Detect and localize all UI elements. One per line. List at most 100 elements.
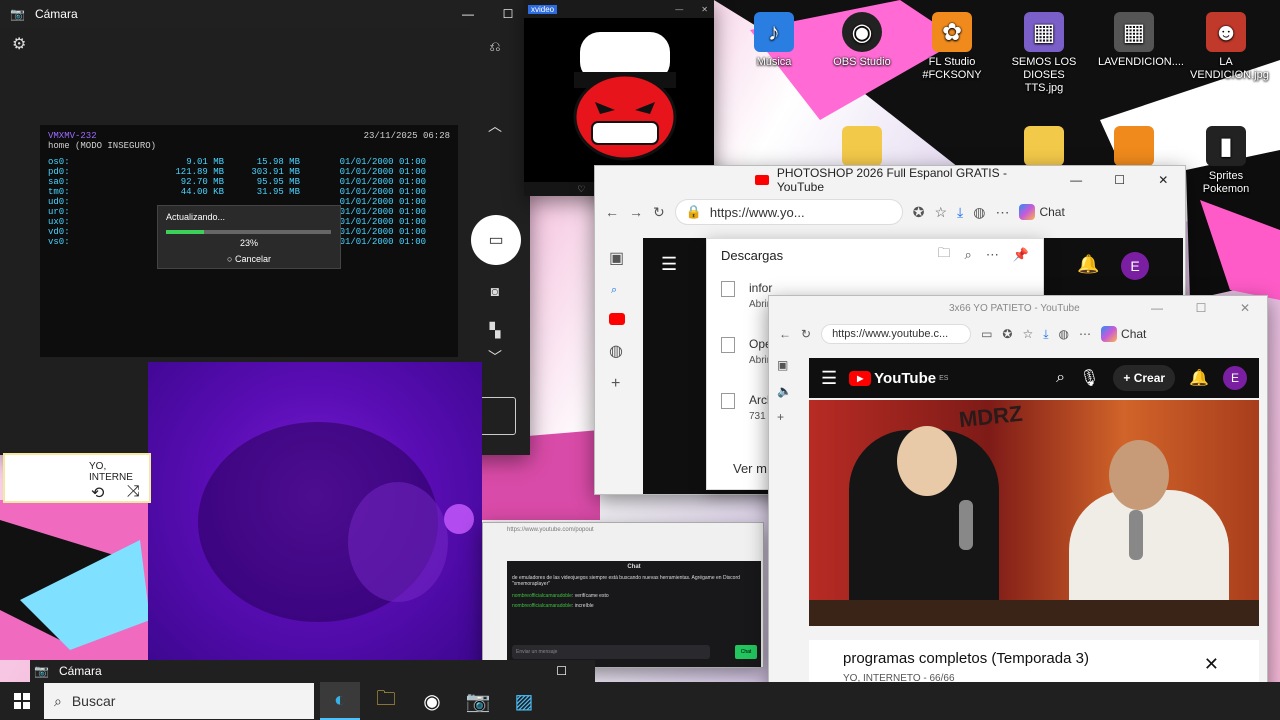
taskbar-camera[interactable]: 📷 bbox=[458, 682, 498, 720]
skull-cap-logo bbox=[573, 32, 677, 161]
close-button[interactable]: ✕ bbox=[701, 5, 708, 14]
minimize-button[interactable]: — bbox=[1054, 166, 1098, 194]
chat-text: verifícame esto bbox=[574, 593, 609, 599]
minimize-button[interactable]: — bbox=[446, 0, 490, 28]
profile-icon[interactable]: ◍ bbox=[973, 204, 985, 221]
psp-partition-name: pd0: bbox=[48, 167, 70, 177]
back-icon[interactable]: ← bbox=[779, 327, 791, 341]
desktop-fl-icon-2[interactable] bbox=[1098, 126, 1170, 170]
download-icon[interactable]: ⤓ bbox=[1043, 327, 1048, 342]
forward-icon[interactable]: → bbox=[629, 204, 643, 220]
profile-icon[interactable]: ◍ bbox=[1059, 327, 1069, 341]
taskbar-obs[interactable]: ◉ bbox=[412, 682, 452, 720]
chat-send-button[interactable]: Chat bbox=[735, 645, 757, 659]
table bbox=[809, 600, 1259, 626]
tabs-icon[interactable]: ▣ bbox=[777, 358, 792, 372]
see-more-link[interactable]: Ver m bbox=[733, 461, 767, 476]
psp-partition-row: pd0: 121.89 MB 303.91 MB 01/01/2000 01:00 bbox=[48, 167, 450, 177]
maximize-button[interactable]: ☐ bbox=[1179, 296, 1223, 320]
avatar[interactable]: E bbox=[1223, 366, 1247, 390]
heart-icon[interactable]: ♡ bbox=[577, 184, 585, 195]
refresh-icon[interactable]: ↻ bbox=[801, 327, 811, 341]
add-icon[interactable]: + bbox=[777, 410, 792, 424]
search-icon[interactable]: ⌕ bbox=[611, 284, 641, 297]
desktop-icon-obs[interactable]: ◉ OBS Studio bbox=[826, 12, 898, 69]
settings-gear-icon[interactable]: ⚙ bbox=[12, 34, 26, 54]
desktop-folder-1[interactable] bbox=[826, 126, 898, 170]
desktop-icon-flstudio[interactable]: ✿ FL Studio #FCKSONY bbox=[916, 12, 988, 82]
start-button[interactable] bbox=[0, 682, 44, 720]
video-record-button[interactable]: ▭ bbox=[471, 215, 521, 265]
update-dialog: Actualizando... 23% ○ Cancelar bbox=[157, 205, 341, 269]
microphone-icon[interactable]: 🎙 bbox=[1079, 368, 1099, 388]
address-bar[interactable]: 🔒 https://www.yo... bbox=[674, 199, 903, 225]
youtube-logo[interactable]: ▶ YouTube ES bbox=[849, 370, 948, 387]
close-button[interactable]: ✕ bbox=[1141, 166, 1185, 194]
back-icon[interactable]: ← bbox=[605, 204, 619, 220]
gallery-thumbnail[interactable] bbox=[480, 397, 516, 435]
avatar[interactable]: E bbox=[1121, 252, 1149, 280]
desktop-icon-semos[interactable]: ▦ SEMOS LOS DIOSES TTS.jpg bbox=[1008, 12, 1080, 95]
copilot-chat-button[interactable]: Chat bbox=[1019, 204, 1065, 220]
more-icon[interactable]: ⋯ bbox=[995, 204, 1009, 221]
extensions-icon[interactable]: ✪ bbox=[913, 204, 925, 221]
maximize-button[interactable]: ☐ bbox=[556, 664, 567, 678]
video-player[interactable]: MDRZ bbox=[809, 400, 1259, 626]
search-icon[interactable]: ⌕ bbox=[1056, 369, 1065, 387]
refresh-icon[interactable]: ↻ bbox=[653, 204, 665, 221]
minimize-button[interactable]: — bbox=[1135, 296, 1179, 320]
youtube-play-icon: ▶ bbox=[849, 370, 872, 386]
close-button[interactable]: ✕ bbox=[1223, 296, 1267, 320]
photo-mode-icon[interactable]: ◙ bbox=[480, 283, 510, 299]
favorites-icon[interactable]: ☆ bbox=[934, 204, 947, 221]
camera-feed-overlay bbox=[148, 362, 482, 662]
hamburger-icon[interactable]: ☰ bbox=[821, 368, 837, 389]
update-cancel-button[interactable]: ○ Cancelar bbox=[166, 254, 332, 264]
more-icon[interactable]: ⋯ bbox=[1079, 327, 1091, 341]
desktop-folder-2[interactable] bbox=[1008, 126, 1080, 170]
desktop-icon-sprites[interactable]: ▮ Sprites Pokemon bbox=[1190, 126, 1262, 196]
search-icon[interactable]: ⌕ bbox=[965, 247, 972, 263]
qr-mode-icon[interactable]: ▚ bbox=[480, 322, 510, 339]
playlist-close-icon[interactable]: ✕ bbox=[1204, 654, 1219, 675]
hamburger-icon[interactable]: ☰ bbox=[661, 254, 677, 275]
desktop-icon-lavendicion[interactable]: ▦ LAVENDICION.... bbox=[1098, 12, 1184, 69]
desktop-icon-lavendicion-jpg[interactable]: ☻ LA VENDICION.jpg bbox=[1190, 12, 1269, 82]
more-icon[interactable]: ⋯ bbox=[986, 247, 999, 263]
copilot-chat-button[interactable]: Chat bbox=[1101, 326, 1146, 342]
globe-icon[interactable]: ◍ bbox=[609, 341, 641, 361]
chevron-up-icon[interactable]: ︿ bbox=[480, 116, 510, 136]
address-bar[interactable]: https://www.youtube.c... bbox=[821, 324, 972, 344]
maximize-button[interactable]: ☐ bbox=[1098, 166, 1142, 194]
chat-input[interactable]: Enviar un mensaje bbox=[512, 645, 710, 659]
split-icon[interactable]: ▭ bbox=[981, 327, 992, 341]
pin-icon[interactable]: 📌 bbox=[1013, 247, 1029, 263]
extensions-icon[interactable]: ✪ bbox=[1002, 327, 1012, 341]
desktop-icon-musica[interactable]: ♪ Música bbox=[738, 12, 810, 69]
favorites-icon[interactable]: ☆ bbox=[1022, 327, 1033, 341]
chevron-down-icon[interactable]: ﹀ bbox=[480, 347, 510, 367]
camera-switch-icon[interactable]: ⎌ bbox=[480, 38, 510, 55]
repeat-icon[interactable]: ⟲ bbox=[91, 483, 104, 503]
speaker-icon[interactable]: 🔈 bbox=[777, 384, 792, 398]
add-icon[interactable]: + bbox=[611, 375, 641, 393]
tabs-icon[interactable]: ▣ bbox=[609, 248, 641, 268]
shuffle-icon[interactable]: ⤨ bbox=[127, 483, 140, 501]
youtube-icon[interactable] bbox=[609, 313, 625, 325]
taskbar-explorer[interactable]: 🗀 bbox=[366, 682, 406, 720]
taskbar-search[interactable]: ⌕ Buscar bbox=[44, 683, 314, 719]
windows-icon bbox=[14, 693, 30, 709]
notification-icon[interactable]: 🔔 bbox=[1189, 368, 1209, 388]
psp-partition-date: 01/01/2000 01:00 bbox=[339, 157, 426, 167]
desktop-icon-label: Sprites Pokemon bbox=[1202, 170, 1250, 195]
download-icon[interactable]: ⤓ bbox=[957, 204, 963, 221]
minimize-button[interactable]: — bbox=[675, 5, 683, 14]
chat-user: nombreofficialcamaradoble bbox=[512, 603, 572, 609]
create-button[interactable]: + Crear bbox=[1113, 365, 1176, 391]
folder-icon[interactable]: 🗀 bbox=[938, 244, 951, 266]
taskbar-photos[interactable]: ▨ bbox=[504, 682, 544, 720]
taskbar-edge[interactable]: ◐ bbox=[320, 682, 360, 720]
notification-icon[interactable]: 🔔 bbox=[1077, 254, 1099, 275]
chat-line: nombreofficialcamaradoble: increíble bbox=[512, 603, 594, 609]
desktop-icon-label: FL Studio #FCKSONY bbox=[922, 56, 982, 81]
